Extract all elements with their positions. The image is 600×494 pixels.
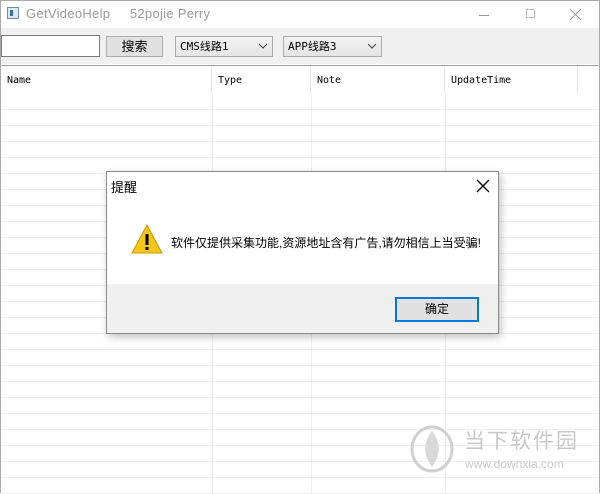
watermark-name: 当下软件园 <box>464 430 579 453</box>
chevron-down-icon <box>368 43 376 49</box>
column-header-note[interactable]: Note <box>311 66 445 93</box>
column-header-updatetime[interactable]: UpdateTime <box>445 66 578 93</box>
reminder-dialog: 提醒 软件仅提供采集功能,资源地址含有广告,请勿相信上当受骗! 确定 <box>106 171 499 334</box>
grid-row-separator <box>1 365 599 366</box>
app-icon <box>7 7 19 19</box>
grid-row-separator <box>1 477 599 478</box>
watermark-url: www.downxia.com <box>465 457 564 471</box>
search-input[interactable] <box>1 35 100 57</box>
column-header-name[interactable]: Name <box>1 66 212 93</box>
minimize-button[interactable] <box>461 1 507 28</box>
window-title: GetVideoHelp 52pojie Perry <box>26 6 211 21</box>
title-bar[interactable]: GetVideoHelp 52pojie Perry <box>1 1 599 28</box>
search-button[interactable]: 搜索 <box>106 36 163 57</box>
watermark-logo-icon <box>410 425 454 473</box>
app-line-value: APP线路3 <box>288 40 337 53</box>
grid-row-separator <box>1 413 599 414</box>
chevron-down-icon <box>259 43 267 49</box>
watermark: 当下软件园 www.downxia.com <box>409 425 579 475</box>
grid-row-separator <box>1 381 599 382</box>
dialog-close-button[interactable] <box>475 178 491 194</box>
grid-row-separator <box>1 157 599 158</box>
toolbar: 搜索 CMS线路1 APP线路3 <box>1 28 599 64</box>
grid-row-separator <box>1 349 599 350</box>
grid-row-separator <box>1 397 599 398</box>
cms-line-value: CMS线路1 <box>180 40 229 53</box>
column-header-type[interactable]: Type <box>212 66 311 93</box>
cms-line-select[interactable]: CMS线路1 <box>175 36 273 57</box>
dialog-message: 软件仅提供采集功能,资源地址含有广告,请勿相信上当受骗! <box>171 236 482 250</box>
app-window: GetVideoHelp 52pojie Perry 搜索 CMS线路1 APP… <box>0 0 600 494</box>
app-line-select[interactable]: APP线路3 <box>283 36 382 57</box>
grid-header: Name Type Note UpdateTime <box>1 66 599 93</box>
maximize-button[interactable] <box>507 1 553 28</box>
ok-button[interactable]: 确定 <box>395 297 479 322</box>
dialog-footer: 确定 <box>107 284 498 333</box>
grid-row-separator <box>1 109 599 110</box>
grid-row-separator <box>1 141 599 142</box>
grid-row-separator <box>1 125 599 126</box>
warning-icon <box>131 224 163 254</box>
window-close-button[interactable] <box>553 1 599 28</box>
close-icon <box>570 9 581 20</box>
dialog-title: 提醒 <box>111 180 138 195</box>
